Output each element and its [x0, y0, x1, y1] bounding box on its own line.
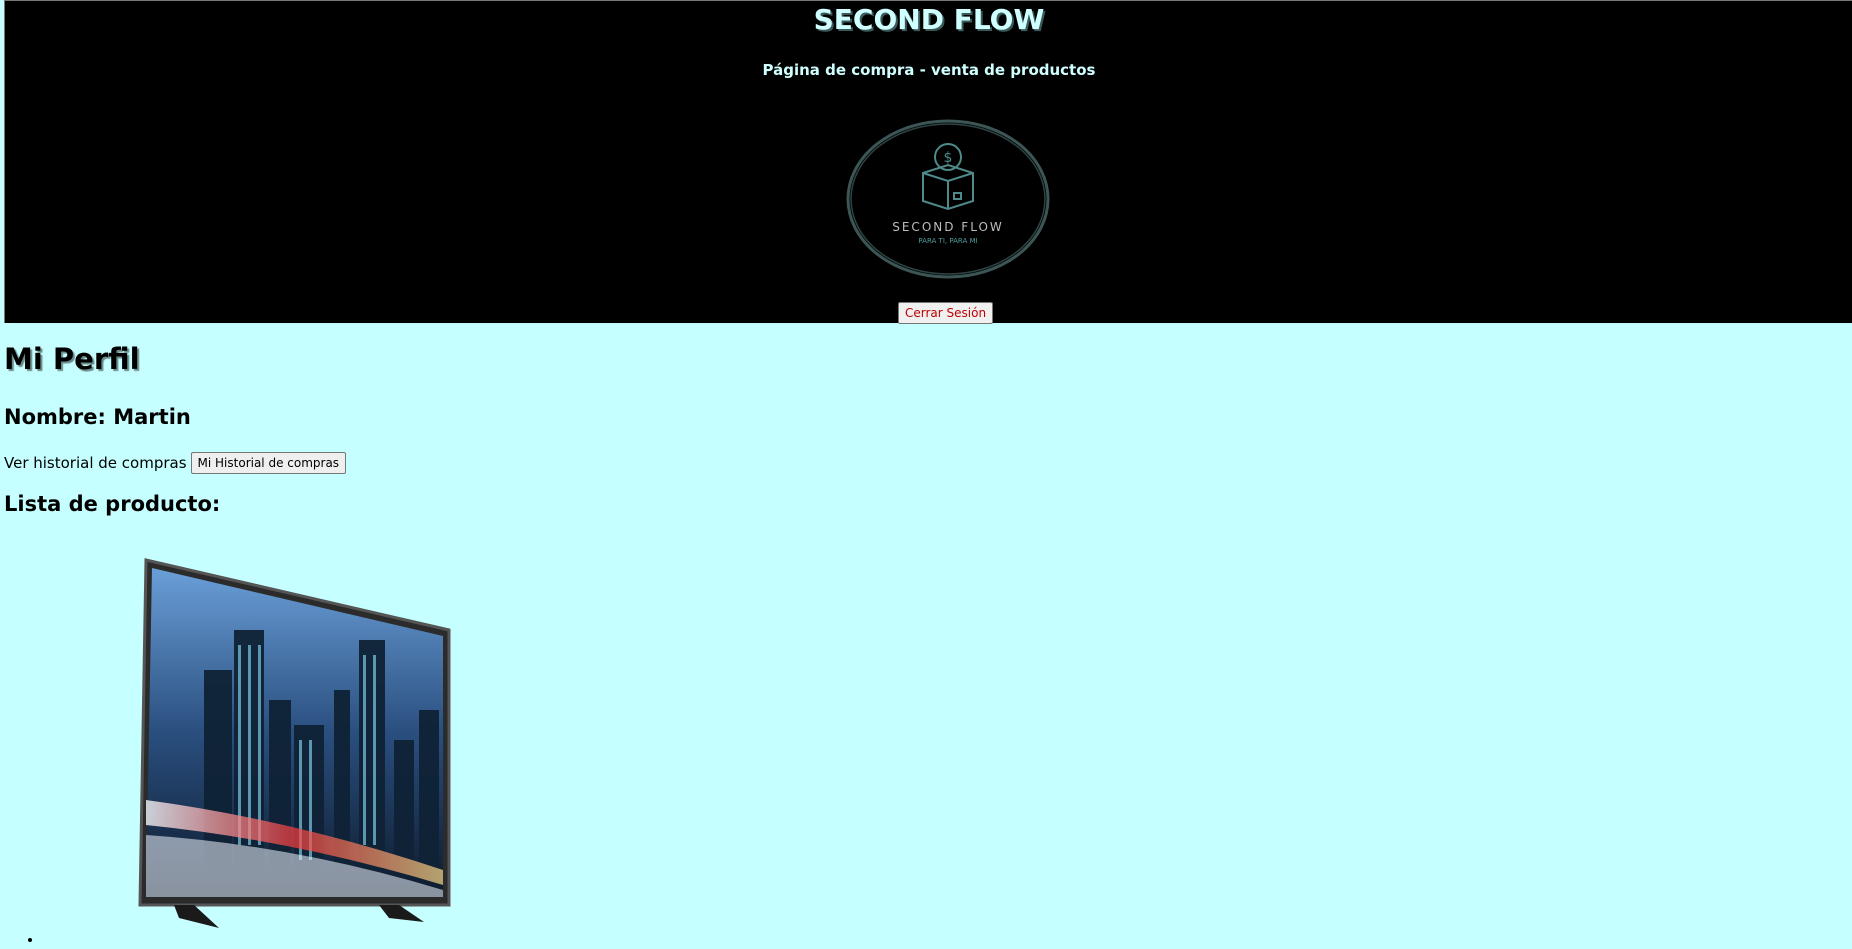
user-name: Nombre: Martin: [4, 405, 191, 429]
product-list-title: Lista de producto:: [4, 492, 221, 516]
history-label: Ver historial de compras: [4, 454, 187, 472]
tv-image[interactable]: [134, 550, 454, 930]
site-title: SECOND FLOW: [813, 3, 1045, 36]
logout-button[interactable]: Cerrar Sesión: [898, 302, 994, 324]
site-logo: $ SECOND FLOW PARA TI, PARA MI: [846, 119, 1050, 279]
site-header: SECOND FLOW Página de compra - venta de …: [4, 0, 1852, 324]
history-row: Ver historial de compras Mi Historial de…: [4, 452, 347, 474]
svg-text:$: $: [944, 150, 953, 166]
svg-text:PARA TI, PARA MI: PARA TI, PARA MI: [918, 237, 977, 245]
site-subtitle: Página de compra - venta de productos: [762, 61, 1096, 79]
history-button[interactable]: Mi Historial de compras: [190, 452, 347, 474]
svg-text:SECOND FLOW: SECOND FLOW: [892, 220, 1004, 234]
profile-title: Mi Perfil: [4, 342, 140, 376]
list-bullet: [28, 938, 32, 942]
